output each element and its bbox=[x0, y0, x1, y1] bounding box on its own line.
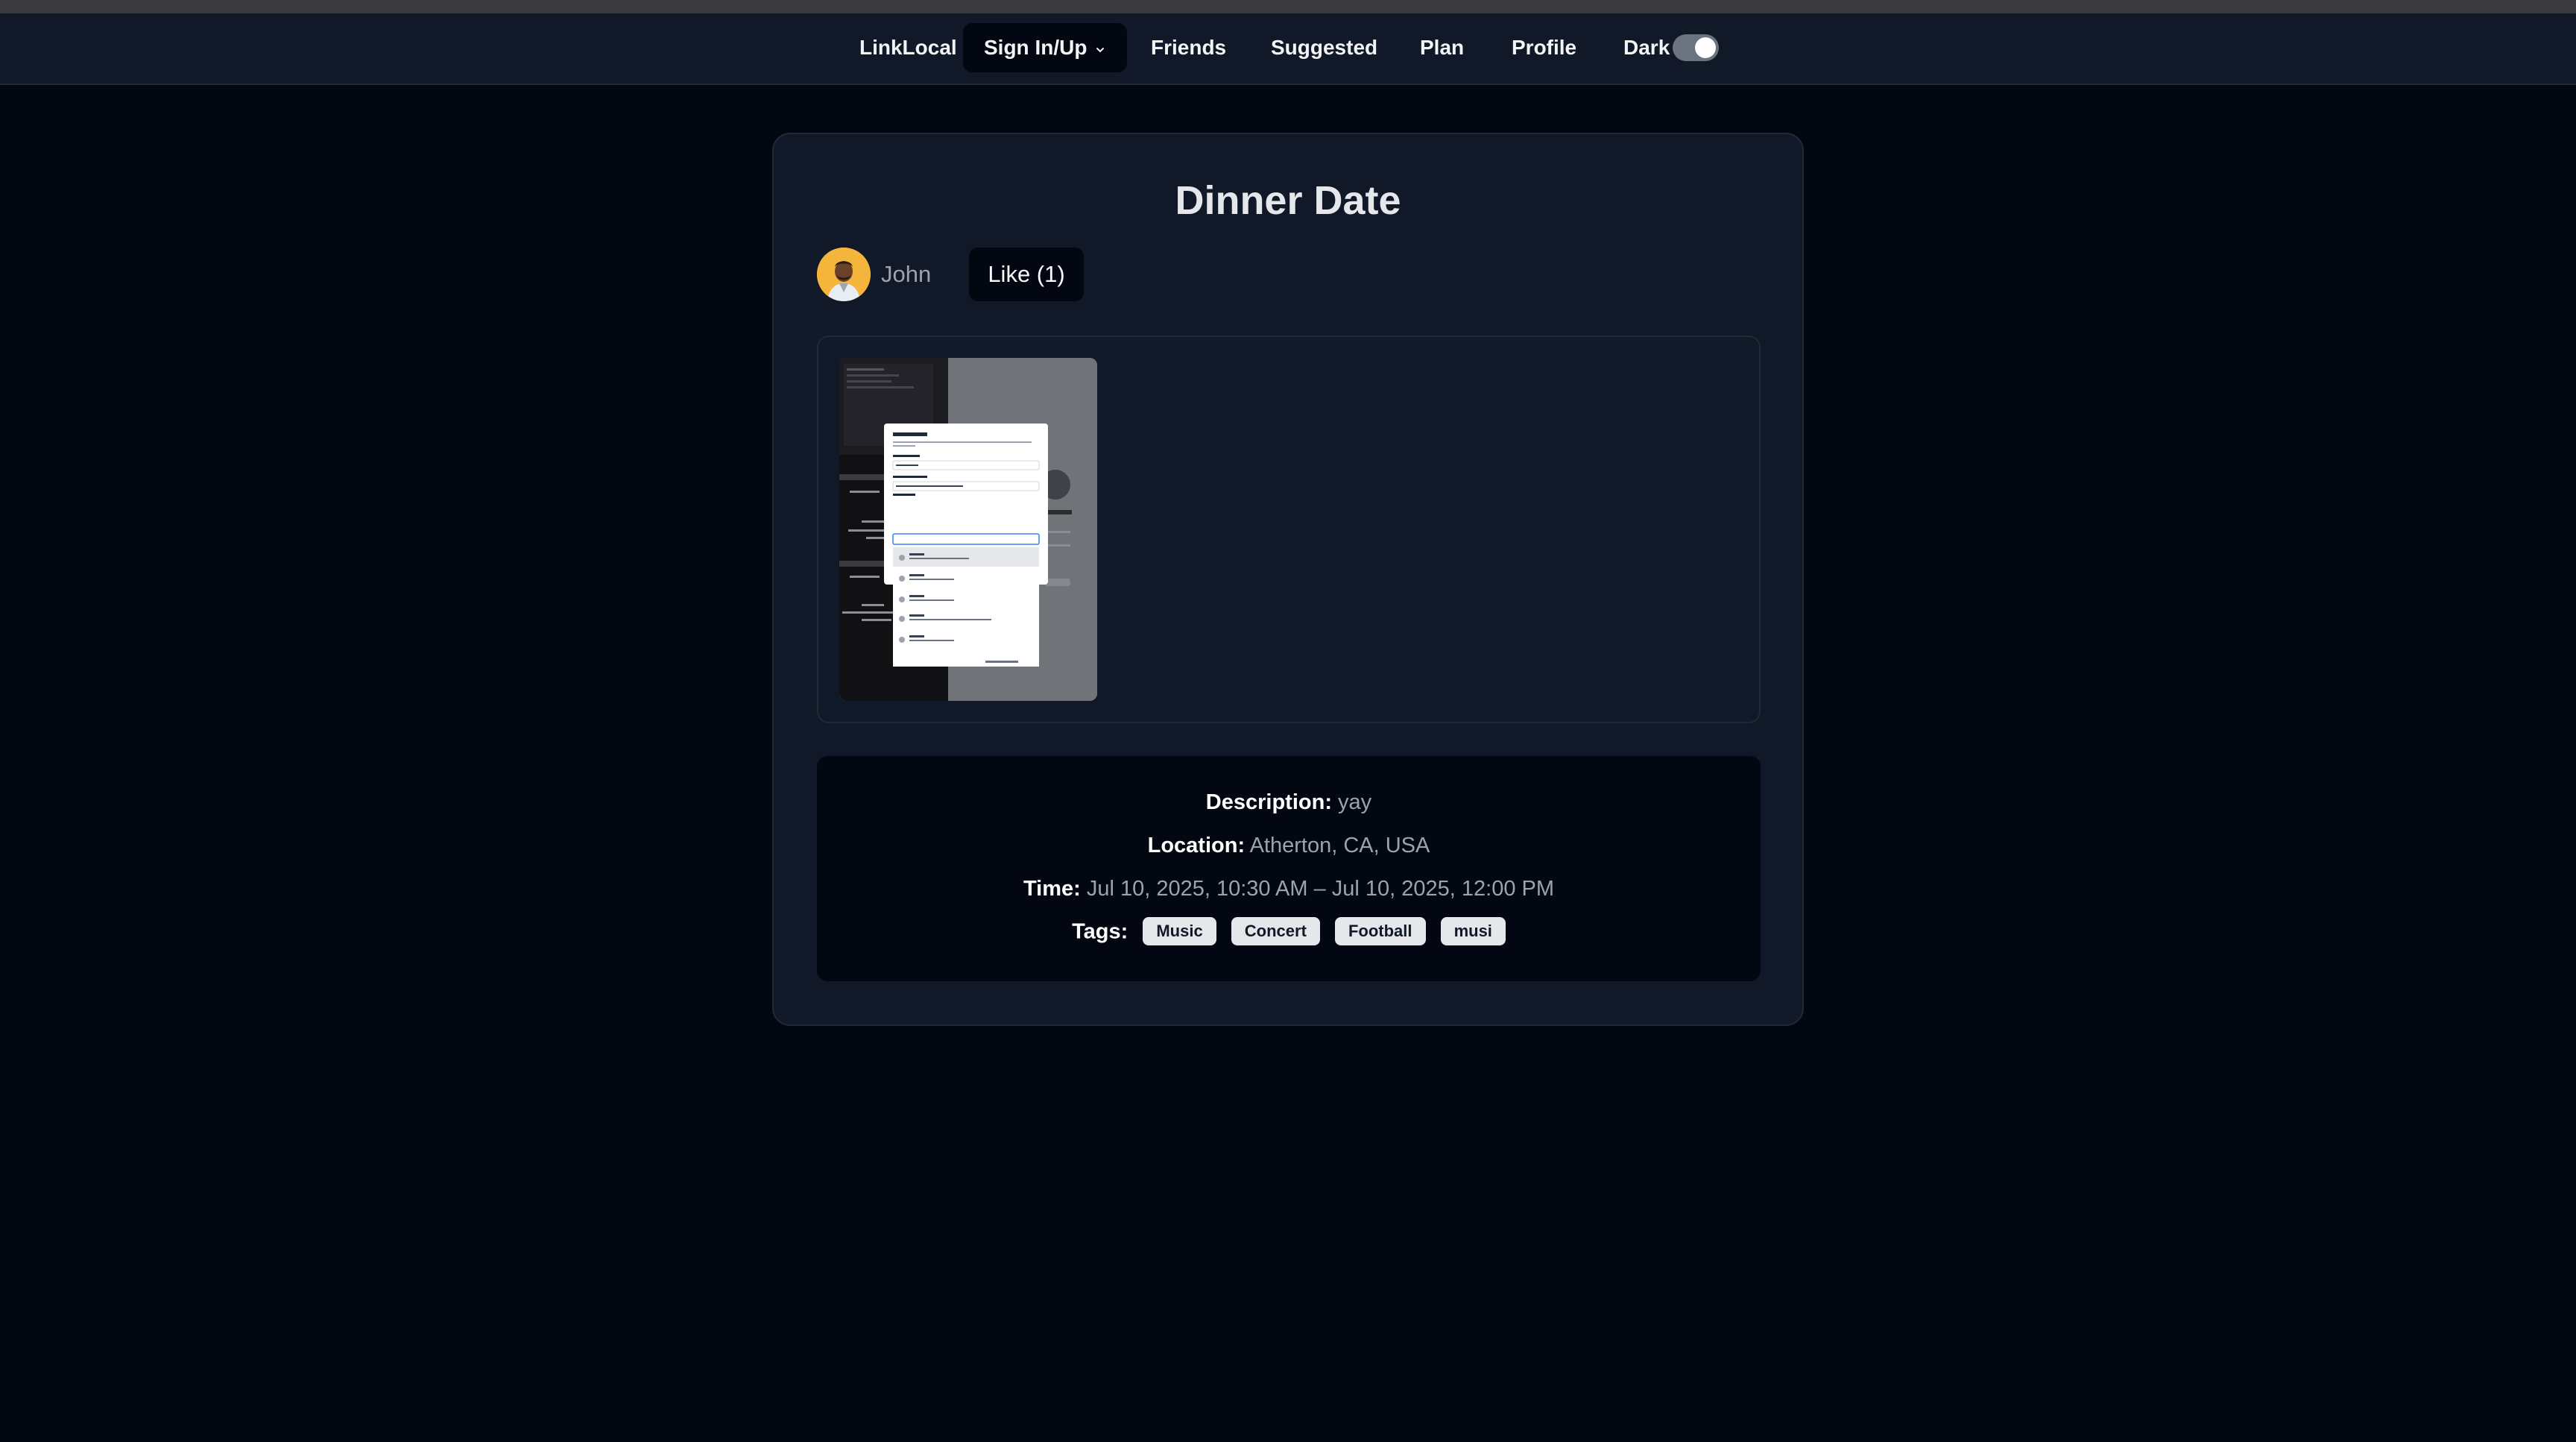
time-row: Time: Jul 10, 2025, 10:30 AM – Jul 10, 2… bbox=[817, 877, 1761, 901]
tag-football: Football bbox=[1334, 917, 1426, 945]
description-value: yay bbox=[1338, 790, 1372, 814]
description-label: Description: bbox=[1205, 790, 1332, 814]
tags-row: Tags: Music Concert Football musi bbox=[817, 917, 1761, 947]
tag-musi: musi bbox=[1440, 917, 1506, 945]
event-image[interactable] bbox=[839, 358, 1097, 701]
signin-dropdown[interactable]: Sign In/Up bbox=[963, 23, 1128, 74]
description-row: Description: yay bbox=[817, 790, 1761, 815]
event-title: Dinner Date bbox=[1175, 178, 1401, 223]
nav-friends-link[interactable]: Friends bbox=[1130, 23, 1247, 72]
location-row: Location: Atherton, CA, USA bbox=[817, 834, 1761, 858]
tags-label: Tags: bbox=[1072, 919, 1128, 944]
navbar: LinkLocal Sign In/Up Friends Suggested P… bbox=[0, 13, 2576, 85]
tag-music: Music bbox=[1143, 917, 1216, 945]
time-value: Jul 10, 2025, 10:30 AM – Jul 10, 2025, 1… bbox=[1086, 877, 1555, 901]
event-image-gallery bbox=[817, 336, 1761, 723]
signin-label: Sign In/Up bbox=[984, 36, 1087, 59]
like-button[interactable]: Like (1) bbox=[969, 248, 1084, 301]
nav-brand-link[interactable]: LinkLocal bbox=[839, 23, 978, 72]
event-details: Description: yay Location: Atherton, CA,… bbox=[817, 756, 1761, 981]
time-label: Time: bbox=[1023, 877, 1081, 901]
location-label: Location: bbox=[1147, 834, 1246, 857]
tag-concert: Concert bbox=[1231, 917, 1320, 945]
nav-profile-link[interactable]: Profile bbox=[1491, 23, 1597, 72]
dark-mode-toggle[interactable] bbox=[1673, 34, 1719, 61]
author-name: John bbox=[881, 261, 932, 287]
event-card: Dinner Date John Like (1) Description: y… bbox=[772, 133, 1804, 1026]
nav-suggested-link[interactable]: Suggested bbox=[1250, 23, 1398, 72]
browser-top-strip bbox=[0, 0, 2576, 13]
chevron-down-icon bbox=[1094, 25, 1106, 74]
nav-plan-link[interactable]: Plan bbox=[1399, 23, 1485, 72]
avatar bbox=[817, 248, 871, 301]
location-value: Atherton, CA, USA bbox=[1249, 834, 1430, 857]
toggle-knob bbox=[1695, 37, 1716, 58]
